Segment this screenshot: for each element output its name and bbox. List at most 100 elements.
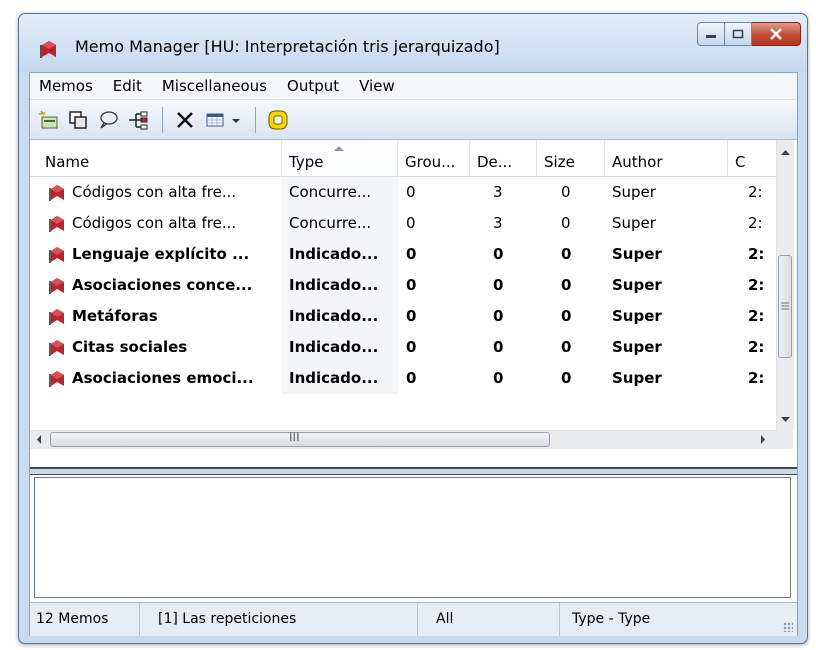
table-row[interactable]: Citas sociales Indicado... 0 0 0 Super 2: (30, 332, 776, 363)
scroll-corner (776, 430, 793, 449)
status-filter: All (430, 603, 560, 636)
menu-bar: Memos Edit Miscellaneous Output View (30, 73, 797, 100)
duplicate-icon (69, 110, 87, 129)
column-type[interactable]: Type (282, 140, 398, 176)
maximize-button[interactable] (725, 22, 752, 46)
tree-icon (129, 111, 148, 129)
cell-size: 0 (561, 183, 571, 201)
comment-button[interactable] (96, 108, 120, 132)
cell-c: 2: (748, 214, 763, 232)
title-bar[interactable]: Memo Manager [HU: Interpretación tris je… (19, 14, 807, 72)
cell-de: 0 (493, 245, 504, 263)
status-sort: Type - Type (572, 611, 651, 627)
horizontal-scrollbar[interactable]: III (30, 430, 776, 449)
scroll-right-icon[interactable] (756, 431, 770, 448)
cell-c: 2: (748, 307, 765, 325)
list-rows: Códigos con alta fre... Concurre... 0 3 0 Sup… (30, 177, 776, 394)
maximize-icon (732, 29, 744, 39)
list-header: Name Type Grou... De... Size Author C (30, 140, 776, 177)
column-author[interactable]: Author (605, 140, 728, 176)
column-size[interactable]: Size (537, 140, 605, 176)
scroll-left-icon[interactable] (32, 431, 46, 448)
table-row[interactable]: Asociaciones emoci... Indicado... 0 0 0 Super… (30, 363, 776, 394)
cell-c: 2: (748, 276, 765, 294)
toolbar (30, 100, 797, 140)
pane-splitter[interactable] (30, 467, 797, 475)
cell-size: 0 (561, 369, 572, 387)
delete-button[interactable] (173, 108, 197, 132)
column-de[interactable]: De... (470, 140, 537, 176)
cell-type: Indicado... (289, 369, 379, 387)
cell-groups: 0 (406, 245, 417, 263)
delete-icon (177, 111, 193, 128)
new-memo-button[interactable] (36, 108, 60, 132)
cell-name: Citas sociales (72, 338, 188, 356)
cell-groups: 0 (406, 183, 416, 201)
highlight-icon (268, 110, 288, 129)
cell-de: 0 (493, 276, 504, 294)
comment-icon (100, 110, 118, 129)
toolbar-separator (162, 106, 163, 133)
highlight-button[interactable] (266, 108, 290, 132)
window-title: Memo Manager [HU: Interpretación tris je… (75, 37, 500, 56)
cell-author: Super (612, 214, 656, 232)
column-groups[interactable]: Grou... (398, 140, 470, 176)
minimize-icon (706, 35, 716, 38)
cell-groups: 0 (406, 307, 417, 325)
menu-edit[interactable]: Edit (110, 75, 145, 97)
cell-de: 3 (493, 214, 503, 232)
cell-c: 2: (748, 369, 765, 387)
memo-icon (49, 371, 64, 387)
cell-type: Concurre... (289, 183, 372, 201)
dropdown-arrow-icon[interactable] (230, 109, 242, 131)
memo-text-editor[interactable] (34, 477, 791, 598)
scroll-down-icon[interactable] (777, 412, 794, 426)
menu-memos[interactable]: Memos (36, 75, 96, 97)
memo-icon (49, 309, 64, 325)
table-row[interactable]: Códigos con alta fre... Concurre... 0 3 0 Sup… (30, 208, 776, 239)
toolbar-separator-2 (255, 106, 256, 133)
cell-name: Códigos con alta fre... (72, 183, 237, 201)
column-c[interactable]: C (728, 140, 776, 176)
cell-c: 2: (748, 245, 765, 263)
cell-groups: 0 (406, 338, 417, 356)
table-row[interactable]: Asociaciones conce... Indicado... 0 0 0 Super… (30, 270, 776, 301)
duplicate-button[interactable] (66, 108, 90, 132)
cell-author: Super (612, 276, 662, 294)
horizontal-scroll-thumb[interactable]: III (50, 430, 550, 447)
cell-type: Indicado... (289, 338, 379, 356)
memo-icon (49, 340, 64, 356)
menu-view[interactable]: View (356, 75, 398, 97)
column-type-label: Type (289, 153, 324, 171)
minimize-button[interactable] (697, 22, 725, 46)
table-row[interactable]: Códigos con alta fre... Concurre... 0 3 0 Sup… (30, 177, 776, 208)
memo-manager-window: Memo Manager [HU: Interpretación tris je… (18, 13, 808, 644)
cell-type: Indicado... (289, 307, 379, 325)
cell-de: 0 (493, 307, 504, 325)
cell-author: Super (612, 183, 656, 201)
cell-name: Lenguaje explícito ... (72, 245, 250, 263)
cell-author: Super (612, 307, 662, 325)
table-row[interactable]: Metáforas Indicado... 0 0 0 Super 2: (30, 301, 776, 332)
new-memo-icon (38, 110, 58, 128)
column-name[interactable]: Name (30, 140, 282, 176)
scroll-up-icon[interactable] (777, 146, 794, 160)
vertical-scroll-thumb[interactable] (778, 255, 792, 358)
memo-list: Name Type Grou... De... Size Author C Có… (30, 140, 794, 467)
table-row[interactable]: Lenguaje explícito ... Indicado... 0 0 0 Supe… (30, 239, 776, 270)
vertical-scrollbar[interactable] (776, 140, 794, 430)
cell-de: 3 (493, 183, 503, 201)
cell-type: Indicado... (289, 245, 379, 263)
close-button[interactable] (752, 22, 801, 46)
cell-name: Códigos con alta fre... (72, 214, 237, 232)
cell-size: 0 (561, 245, 572, 263)
memo-icon (49, 216, 64, 232)
grid-view-button[interactable] (203, 108, 243, 132)
cell-size: 0 (561, 214, 571, 232)
cell-name: Metáforas (72, 307, 158, 325)
tree-button[interactable] (126, 108, 150, 132)
menu-miscellaneous[interactable]: Miscellaneous (159, 75, 270, 97)
menu-output[interactable]: Output (284, 75, 342, 97)
resize-grip-icon[interactable] (783, 622, 793, 632)
cell-groups: 0 (406, 276, 417, 294)
